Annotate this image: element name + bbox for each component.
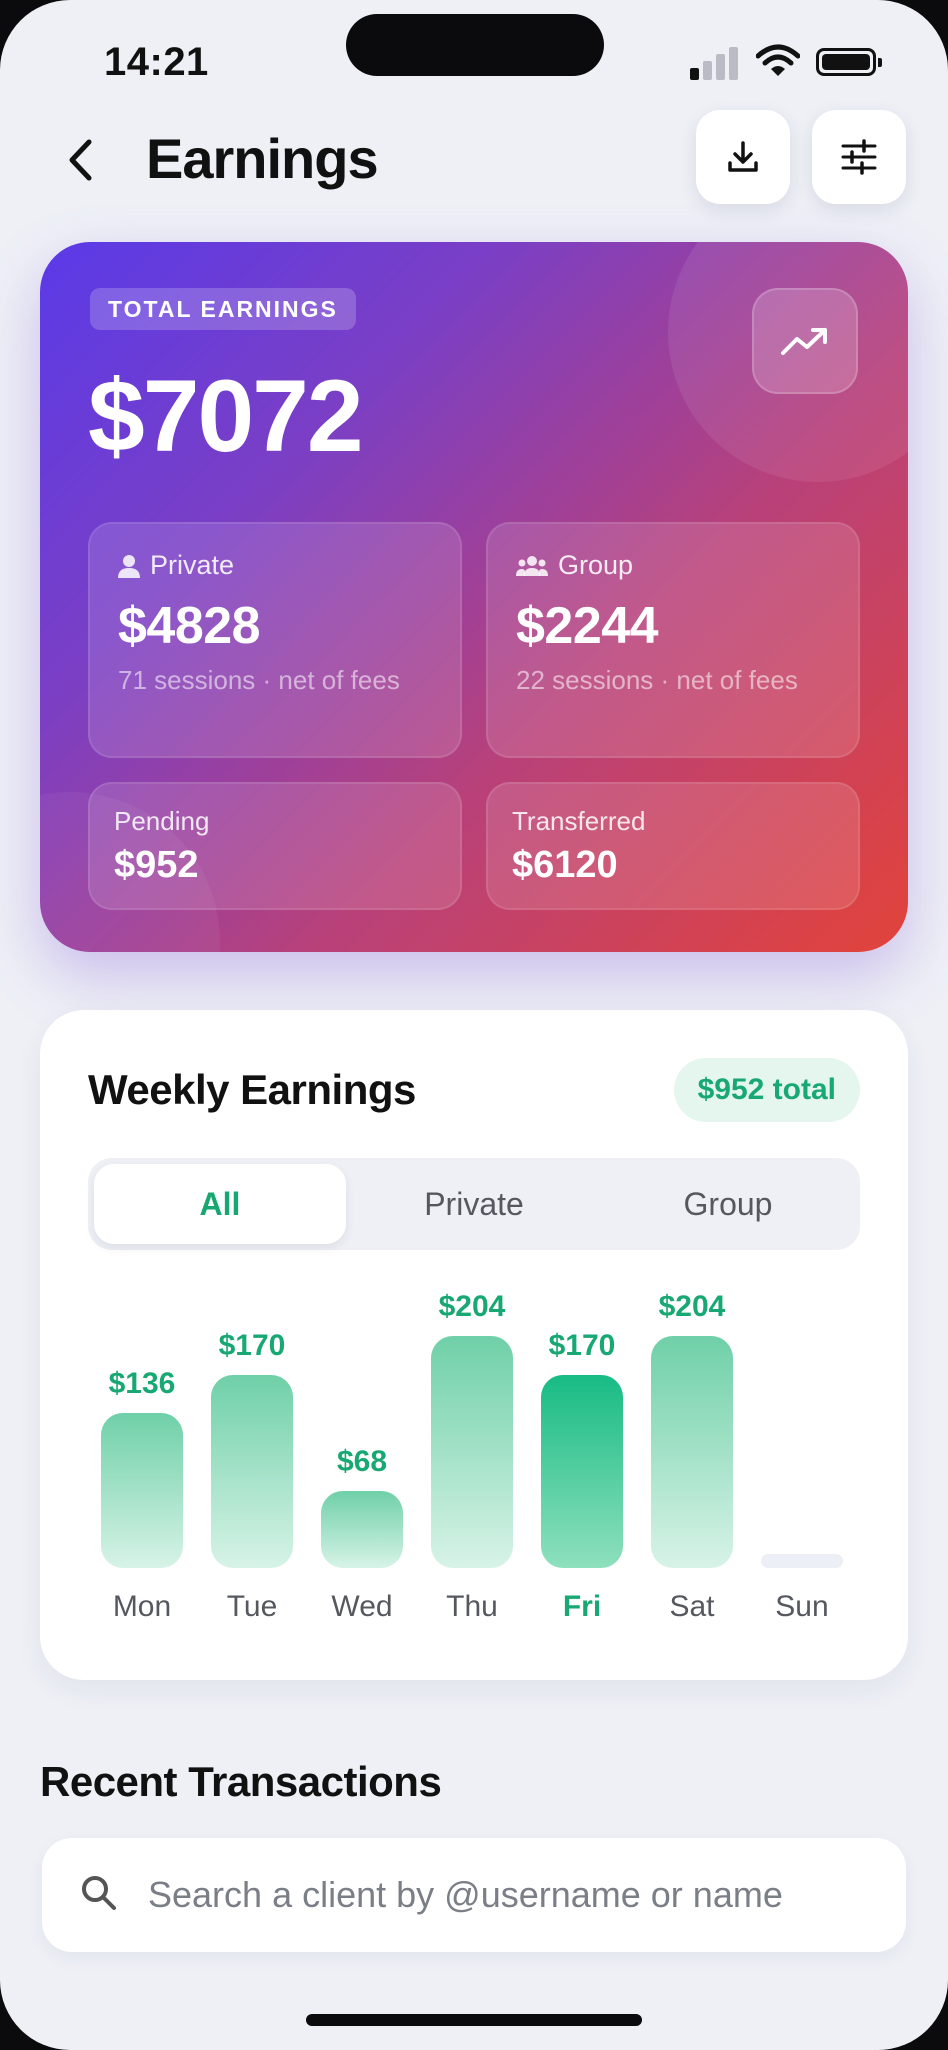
day-label: Fri	[562, 1590, 602, 1623]
status-bar: 14:21	[0, 0, 948, 120]
pending-label: Pending	[114, 806, 210, 836]
signal-icon	[690, 46, 740, 80]
top-bar: Earnings	[0, 108, 948, 208]
day-label: Tue	[226, 1590, 278, 1623]
page-title: Earnings	[146, 127, 379, 190]
download-button[interactable]	[696, 110, 790, 204]
bar-sat[interactable]	[651, 1336, 733, 1568]
camera-notch	[346, 14, 604, 76]
wifi-icon	[756, 44, 800, 76]
bar-tue[interactable]	[211, 1375, 293, 1568]
group-earnings-card[interactable]: Group $2244 22 sessions · net of fees	[486, 522, 860, 758]
search-input[interactable]	[148, 1864, 888, 1926]
group-amount: $2244	[516, 597, 659, 655]
bar-mon[interactable]	[101, 1413, 183, 1568]
transferred-label: Transferred	[512, 806, 646, 836]
day-label: Sun	[775, 1590, 829, 1623]
bar-sun[interactable]	[761, 1554, 843, 1568]
transferred-amount: $6120	[512, 844, 618, 886]
total-earnings-card: TOTAL EARNINGS $7072 Private $4828 71 se…	[40, 242, 908, 952]
trending-up-icon	[781, 328, 827, 355]
sliders-icon	[841, 139, 877, 175]
bar-value-label: $170	[218, 1329, 286, 1362]
bar-value-label: $170	[548, 1329, 616, 1362]
private-header: Private	[118, 550, 234, 581]
day-label: Sat	[669, 1590, 715, 1623]
chevron-left-icon	[69, 139, 92, 181]
pending-card[interactable]: Pending $952	[88, 782, 462, 910]
private-earnings-card[interactable]: Private $4828 71 sessions · net of fees	[88, 522, 462, 758]
search-icon	[82, 1876, 116, 1910]
transferred-card[interactable]: Transferred $6120	[486, 782, 860, 910]
bar-value-label: $68	[336, 1445, 388, 1478]
private-label: Private	[150, 550, 235, 580]
trend-button[interactable]	[752, 288, 858, 394]
phone-screen: 14:21 Earnings TOTAL EARNINGS $7072 Priv…	[0, 0, 948, 2050]
home-indicator[interactable]	[306, 2014, 642, 2026]
group-header: Group	[516, 550, 633, 581]
bar-wed[interactable]	[321, 1491, 403, 1568]
bar-value-label: $204	[438, 1290, 506, 1323]
client-search-bar	[42, 1838, 906, 1952]
group-icon	[516, 555, 548, 576]
pending-amount: $952	[114, 844, 199, 886]
bar-value-label: $136	[108, 1367, 176, 1400]
group-sessions-note: 22 sessions · net of fees	[516, 665, 798, 695]
person-icon	[118, 554, 140, 578]
download-icon	[728, 141, 758, 172]
day-label: Mon	[112, 1590, 172, 1623]
status-time: 14:21	[104, 40, 209, 84]
bar-thu[interactable]	[431, 1336, 513, 1568]
weekly-earnings-card: Weekly Earnings $952 total All Private G…	[40, 1010, 908, 1680]
day-label: Thu	[446, 1590, 498, 1623]
weekly-bar-chart: $136 Mon $170 Tue $68 Wed $204 Thu $170 Fri $204 Sa…	[40, 1010, 908, 1680]
private-sessions-note: 71 sessions · net of fees	[118, 665, 400, 695]
total-earnings-amount: $7072	[88, 359, 364, 473]
group-label: Group	[558, 550, 634, 580]
filter-button[interactable]	[812, 110, 906, 204]
private-amount: $4828	[118, 597, 261, 655]
bar-fri[interactable]	[541, 1375, 623, 1568]
recent-transactions-title: Recent Transactions	[40, 1758, 442, 1805]
back-button[interactable]	[56, 132, 104, 188]
day-label: Wed	[331, 1590, 393, 1623]
bar-value-label: $204	[658, 1290, 726, 1323]
total-earnings-label: TOTAL EARNINGS	[90, 288, 356, 330]
battery-icon	[816, 48, 882, 76]
